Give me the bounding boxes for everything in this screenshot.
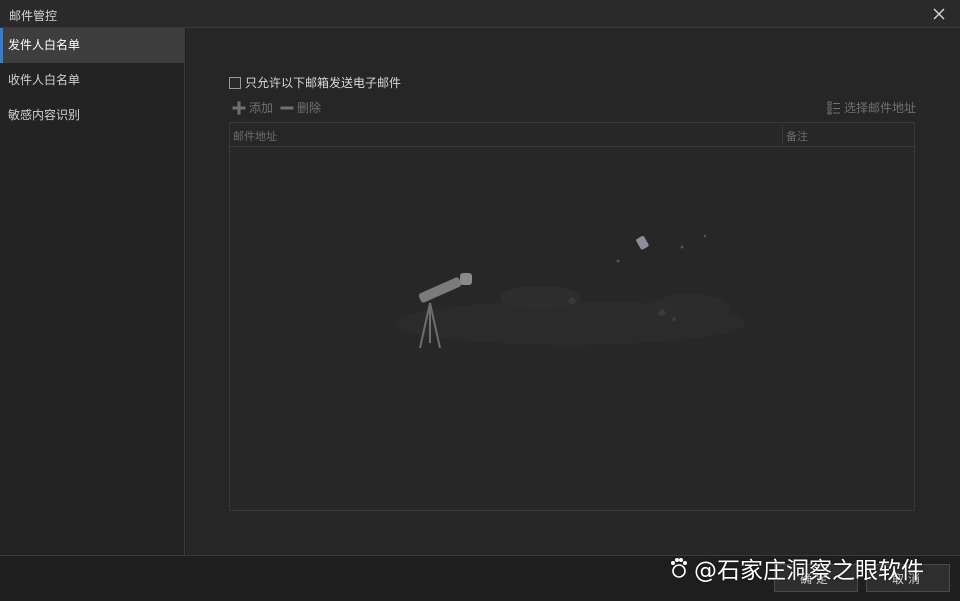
title-bar: 邮件管控 [0, 0, 960, 28]
address-list-icon [827, 101, 840, 114]
allow-only-listed-checkbox-row[interactable]: 只允许以下邮箱发送电子邮件 [229, 74, 401, 91]
sidebar-item-sensitive-content[interactable]: 敏感内容识别 [0, 98, 184, 133]
sidebar-item-label: 发件人白名单 [8, 38, 81, 52]
sidebar-item-sender-whitelist[interactable]: 发件人白名单 [0, 28, 184, 63]
watermark-text: @石家庄洞察之眼软件 [694, 558, 924, 584]
select-email-address-button[interactable]: 选择邮件地址 [827, 99, 916, 116]
select-label: 选择邮件地址 [843, 101, 916, 115]
add-label: 添加 [249, 101, 274, 115]
empty-state-telescope-illustration [395, 234, 745, 349]
sidebar: 发件人白名单 收件人白名单 敏感内容识别 [0, 28, 185, 555]
delete-label: 删除 [297, 101, 322, 115]
checkbox-label: 只允许以下邮箱发送电子邮件 [245, 76, 402, 90]
main-panel: 只允许以下邮箱发送电子邮件 添加 删除 选择邮件地址 邮件地址 备注 [186, 28, 960, 555]
plus-icon [232, 101, 246, 114]
table-header: 邮件地址 备注 [230, 123, 914, 147]
sidebar-item-label: 敏感内容识别 [8, 108, 81, 122]
window-title: 邮件管控 [9, 9, 58, 23]
column-header-email-address[interactable]: 邮件地址 [233, 128, 277, 144]
column-divider[interactable] [782, 125, 783, 145]
column-header-note[interactable]: 备注 [786, 128, 808, 144]
toolbar: 添加 删除 选择邮件地址 [232, 99, 916, 117]
delete-button[interactable]: 删除 [280, 99, 321, 116]
sidebar-item-label: 收件人白名单 [8, 73, 81, 87]
email-address-table: 邮件地址 备注 [229, 122, 915, 511]
watermark: @石家庄洞察之眼软件 [668, 551, 924, 585]
close-icon [933, 8, 945, 20]
add-button[interactable]: 添加 [232, 99, 273, 116]
minus-icon [280, 106, 294, 109]
allow-only-listed-checkbox[interactable] [229, 76, 241, 89]
sidebar-item-recipient-whitelist[interactable]: 收件人白名单 [0, 63, 184, 98]
paw-logo-icon [671, 558, 687, 578]
close-button[interactable] [928, 3, 950, 25]
